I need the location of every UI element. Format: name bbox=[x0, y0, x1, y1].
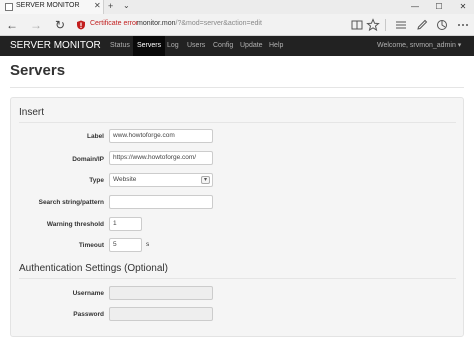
chevron-down-icon: ▾ bbox=[201, 176, 210, 184]
domain-input[interactable]: https://www.howtoforge.com/ bbox=[109, 151, 213, 165]
close-tab-icon[interactable]: ✕ bbox=[94, 1, 101, 10]
auth-legend: Authentication Settings (Optional) bbox=[19, 263, 168, 274]
web-note-pen-icon[interactable] bbox=[414, 17, 430, 33]
certificate-error-text[interactable]: Certificate error bbox=[90, 20, 138, 27]
type-select-value: Website bbox=[113, 176, 137, 183]
page-title: Servers bbox=[10, 62, 66, 79]
favorite-star-icon[interactable] bbox=[365, 17, 381, 33]
close-window-button[interactable]: ✕ bbox=[452, 0, 474, 14]
toolbar-divider bbox=[385, 19, 386, 31]
app-navbar: SERVER MONITOR Status Servers Log Users … bbox=[0, 36, 474, 56]
nav-config[interactable]: Config bbox=[209, 36, 237, 56]
search-pattern-input[interactable] bbox=[109, 195, 213, 209]
type-field-label: Type bbox=[89, 177, 104, 184]
tab-list-chevron-icon[interactable]: ⌄ bbox=[123, 1, 130, 10]
title-divider bbox=[10, 87, 464, 88]
refresh-button[interactable]: ↻ bbox=[52, 17, 68, 33]
warning-threshold-label: Warning threshold bbox=[46, 221, 104, 228]
app-brand[interactable]: SERVER MONITOR bbox=[10, 40, 101, 51]
shield-warning-icon[interactable] bbox=[76, 20, 86, 30]
username-input[interactable] bbox=[109, 286, 213, 300]
nav-log[interactable]: Log bbox=[163, 36, 183, 56]
tab-title: SERVER MONITOR bbox=[16, 2, 80, 9]
auth-legend-divider bbox=[19, 278, 456, 279]
domain-field-label: Domain/IP bbox=[72, 156, 104, 163]
user-menu[interactable]: Welcome, srvmon_admin ▾ bbox=[377, 36, 461, 56]
back-button[interactable]: ← bbox=[4, 17, 20, 33]
nav-update[interactable]: Update bbox=[236, 36, 267, 56]
insert-legend-divider bbox=[19, 122, 456, 123]
timeout-unit: s bbox=[146, 241, 150, 248]
more-options-icon[interactable] bbox=[455, 17, 471, 33]
password-input[interactable] bbox=[109, 307, 213, 321]
browser-tab[interactable]: SERVER MONITOR ✕ bbox=[0, 0, 104, 14]
insert-legend: Insert bbox=[19, 107, 45, 118]
reading-view-icon[interactable] bbox=[349, 17, 365, 33]
share-icon[interactable] bbox=[434, 17, 450, 33]
browser-nav-bar: ← → ↻ Certificate error monitor.mon/?&mo… bbox=[0, 14, 474, 36]
username-label: Username bbox=[72, 290, 104, 297]
maximize-button[interactable]: ☐ bbox=[428, 0, 450, 14]
nav-help[interactable]: Help bbox=[265, 36, 287, 56]
url-host: monitor.mon bbox=[137, 20, 176, 27]
url-path: /?&mod=server&action=edit bbox=[175, 20, 262, 27]
type-select[interactable]: Website ▾ bbox=[109, 173, 213, 187]
warning-threshold-input[interactable]: 1 bbox=[109, 217, 142, 231]
minimize-button[interactable]: — bbox=[404, 0, 426, 14]
timeout-label: Timeout bbox=[78, 242, 104, 249]
nav-status[interactable]: Status bbox=[106, 36, 134, 56]
hub-menu-icon[interactable] bbox=[393, 17, 409, 33]
browser-tab-bar: SERVER MONITOR ✕ + ⌄ — ☐ ✕ bbox=[0, 0, 474, 14]
new-tab-button[interactable]: + bbox=[108, 1, 113, 11]
timeout-input[interactable]: 5 bbox=[109, 238, 142, 252]
nav-users[interactable]: Users bbox=[183, 36, 209, 56]
search-field-label: Search string/pattern bbox=[38, 199, 104, 206]
nav-servers[interactable]: Servers bbox=[133, 36, 166, 56]
password-label: Password bbox=[73, 311, 104, 318]
forward-button[interactable]: → bbox=[28, 17, 44, 33]
page-icon bbox=[5, 3, 13, 11]
label-input[interactable]: www.howtoforge.com bbox=[109, 129, 213, 143]
address-bar[interactable]: monitor.mon/?&mod=server&action=edit bbox=[137, 20, 262, 27]
label-field-label: Label bbox=[87, 133, 104, 140]
